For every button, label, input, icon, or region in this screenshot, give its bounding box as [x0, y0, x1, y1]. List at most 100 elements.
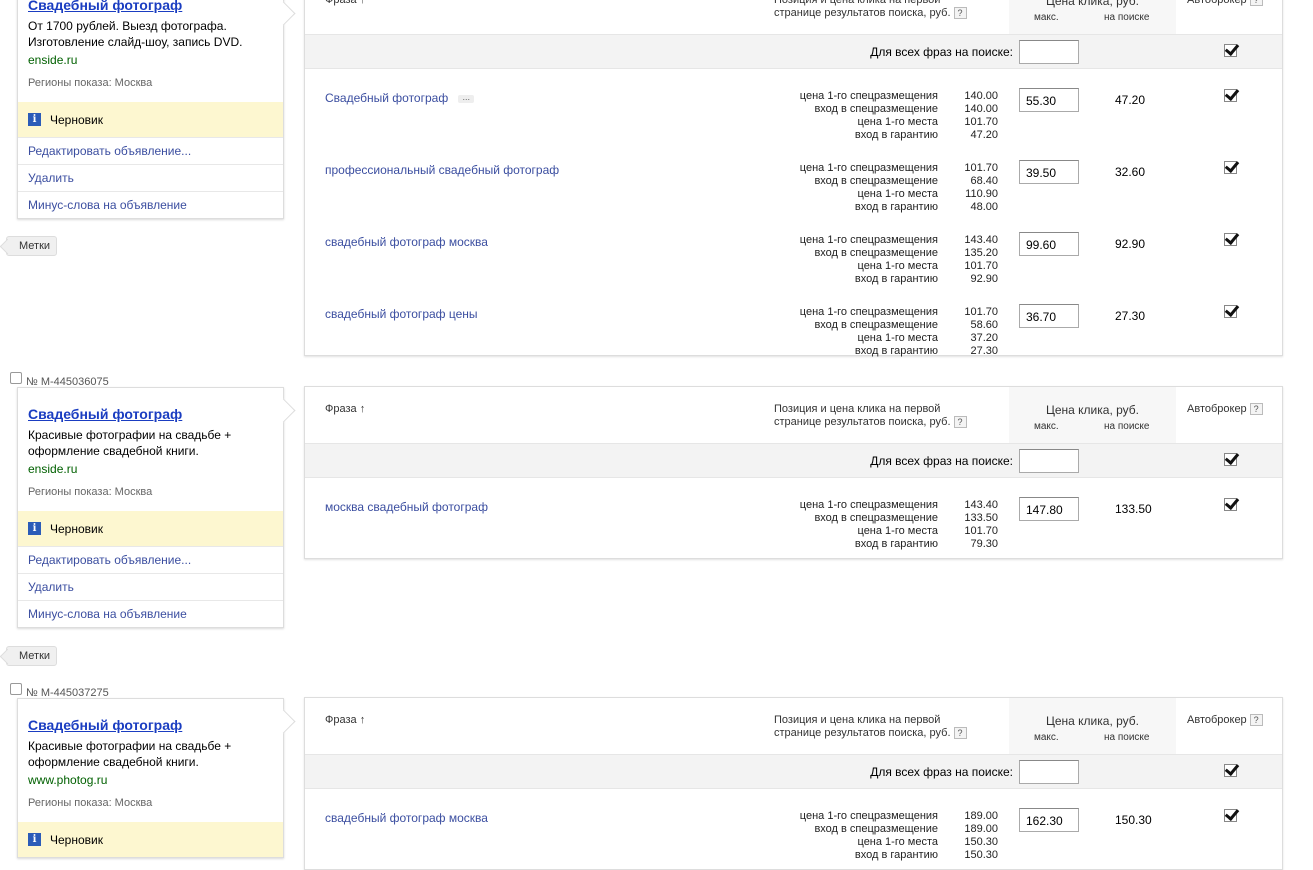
phrases-table: Фраза ↑ Позиция и цена клика на первой ст… — [304, 386, 1283, 559]
autobroker-checkbox[interactable] — [1224, 498, 1237, 511]
table-header: Фраза ↑ Позиция и цена клика на первой ст… — [305, 387, 1282, 443]
autobroker-column-header: Автоброкер? — [1187, 714, 1263, 727]
all-phrases-label: Для всех фраз на поиске: — [870, 45, 1013, 59]
phrase-row: свадебный фотограф москва цена 1-го спец… — [305, 789, 1282, 869]
autobroker-checkbox[interactable] — [1224, 809, 1237, 822]
max-price-input[interactable]: 162.30 — [1019, 808, 1079, 832]
help-icon[interactable]: ? — [953, 7, 967, 20]
ad-text: От 1700 рублей. Выезд фотографа. Изготов… — [28, 19, 243, 49]
price-column-header: Цена клика, руб. макс. на поиске — [1009, 698, 1176, 754]
max-price-input[interactable]: 99.60 — [1019, 232, 1079, 256]
info-icon: i — [28, 833, 41, 846]
max-price-input[interactable]: 147.80 — [1019, 497, 1079, 521]
phrase-link[interactable]: свадебный фотограф москва — [325, 811, 488, 825]
phrase-column-header[interactable]: Фраза ↑ — [325, 403, 365, 415]
ad-card: Свадебный фотограф Красивые фотографии н… — [17, 387, 284, 628]
autobroker-checkbox[interactable] — [1224, 305, 1237, 318]
help-icon[interactable]: ? — [953, 416, 967, 429]
ad-domain: enside.ru — [28, 462, 78, 476]
phrase-link[interactable]: москва свадебный фотограф — [325, 500, 488, 514]
autobroker-checkbox[interactable] — [1224, 161, 1237, 174]
max-price-input[interactable]: 39.50 — [1019, 160, 1079, 184]
draft-status: i Черновик — [18, 511, 283, 546]
autobroker-all-checkbox[interactable] — [1224, 44, 1237, 57]
autobroker-column-header: Автоброкер? — [1187, 403, 1263, 416]
phrase-link[interactable]: Свадебный фотограф... — [325, 91, 475, 105]
help-icon[interactable]: ? — [1249, 714, 1263, 727]
autobroker-checkbox[interactable] — [1224, 89, 1237, 102]
ad-card: Свадебный фотограф Красивые фотографии н… — [17, 698, 284, 858]
tags-button[interactable]: Метки — [6, 646, 58, 666]
autobroker-all-checkbox[interactable] — [1224, 453, 1237, 466]
search-price: 150.30 — [1115, 813, 1152, 827]
phrase-row: Свадебный фотограф... цена 1-го спецразм… — [305, 69, 1282, 141]
minus-words-link[interactable]: Минус-слова на объявление — [18, 191, 283, 218]
autobroker-checkbox[interactable] — [1224, 233, 1237, 246]
all-phrases-price-input[interactable] — [1019, 449, 1079, 473]
search-price: 47.20 — [1115, 93, 1146, 107]
autobroker-column-header: Автоброкер? — [1187, 0, 1263, 7]
edit-ad-link[interactable]: Редактировать объявление... — [18, 546, 283, 573]
all-phrases-price-input[interactable] — [1019, 40, 1079, 64]
phrase-column-header[interactable]: Фраза ↑ — [325, 0, 365, 6]
all-phrases-label: Для всех фраз на поиске: — [870, 765, 1013, 779]
help-icon[interactable]: ? — [953, 727, 967, 740]
max-price-input[interactable]: 55.30 — [1019, 88, 1079, 112]
ad-select-checkbox[interactable] — [10, 372, 22, 384]
edit-ad-link[interactable]: Редактировать объявление... — [18, 137, 283, 164]
delete-ad-link[interactable]: Удалить — [18, 164, 283, 191]
phrase-link[interactable]: профессиональный свадебный фотограф — [325, 163, 559, 177]
price-column-header: Цена клика, руб. макс. на поиске — [1009, 387, 1176, 443]
ad-card: Свадебный фотограф От 1700 рублей. Выезд… — [17, 0, 284, 219]
help-icon[interactable]: ? — [1249, 403, 1263, 416]
search-price: 92.90 — [1115, 237, 1146, 251]
delete-ad-link[interactable]: Удалить — [18, 573, 283, 600]
phrase-row: свадебный фотограф москва цена 1-го спец… — [305, 213, 1282, 285]
draft-status: i Черновик — [18, 822, 283, 857]
draft-status: i Черновик — [18, 102, 283, 137]
info-icon: i — [28, 522, 41, 535]
ad-title-link[interactable]: Свадебный фотограф — [28, 406, 273, 423]
ad-domain: www.photog.ru — [28, 773, 108, 787]
help-icon[interactable]: ? — [1249, 0, 1263, 7]
search-price: 32.60 — [1115, 165, 1146, 179]
phrases-table: Фраза ↑ Позиция и цена клика на первой ст… — [304, 697, 1283, 870]
table-header: Фраза ↑ Позиция и цена клика на первой ст… — [305, 0, 1282, 34]
all-phrases-price-input[interactable] — [1019, 760, 1079, 784]
bid-list: цена 1-го спецразмещения 101.70 вход в сп… — [799, 162, 998, 213]
tags-label: Метки — [19, 650, 51, 662]
ad-regions: Регионы показа: Москва — [28, 77, 153, 89]
bid-list: цена 1-го спецразмещения 143.40 вход в сп… — [799, 499, 998, 550]
draft-label: Черновик — [50, 521, 103, 536]
draft-label: Черновик — [50, 832, 103, 847]
phrase-link[interactable]: свадебный фотограф москва — [325, 235, 488, 249]
ad-regions: Регионы показа: Москва — [28, 797, 153, 809]
info-icon: i — [28, 113, 41, 126]
all-phrases-row: Для всех фраз на поиске: — [305, 754, 1282, 789]
bid-list: цена 1-го спецразмещения 101.70 вход в сп… — [799, 306, 998, 357]
more-icon[interactable]: ... — [458, 92, 475, 103]
ad-regions: Регионы показа: Москва — [28, 486, 153, 498]
bid-list: цена 1-го спецразмещения 143.40 вход в сп… — [799, 234, 998, 285]
tags-label: Метки — [19, 240, 51, 252]
phrase-link[interactable]: свадебный фотограф цены — [325, 307, 478, 321]
draft-label: Черновик — [50, 112, 103, 127]
max-price-input[interactable]: 36.70 — [1019, 304, 1079, 328]
autobroker-all-checkbox[interactable] — [1224, 764, 1237, 777]
minus-words-link[interactable]: Минус-слова на объявление — [18, 600, 283, 627]
tags-button[interactable]: Метки — [6, 236, 58, 256]
phrase-row: москва свадебный фотограф цена 1-го спец… — [305, 478, 1282, 558]
phrase-column-header[interactable]: Фраза ↑ — [325, 714, 365, 726]
ad-title-link[interactable]: Свадебный фотограф — [28, 717, 273, 734]
search-price: 133.50 — [1115, 502, 1152, 516]
search-price: 27.30 — [1115, 309, 1146, 323]
phrase-row: профессиональный свадебный фотограф цена… — [305, 141, 1282, 213]
ad-title-link[interactable]: Свадебный фотограф — [28, 0, 273, 14]
phrase-row: свадебный фотограф цены цена 1-го спецра… — [305, 285, 1282, 357]
price-column-header: Цена клика, руб. макс. на поиске — [1009, 0, 1176, 34]
position-column-header: Позиция и цена клика на первой странице р… — [774, 403, 967, 429]
ad-select-checkbox[interactable] — [10, 683, 22, 695]
bid-list: цена 1-го спецразмещения 189.00 вход в сп… — [799, 810, 998, 861]
all-phrases-label: Для всех фраз на поиске: — [870, 454, 1013, 468]
ad-text: Красивые фотографии на свадьбе + оформле… — [28, 428, 232, 458]
